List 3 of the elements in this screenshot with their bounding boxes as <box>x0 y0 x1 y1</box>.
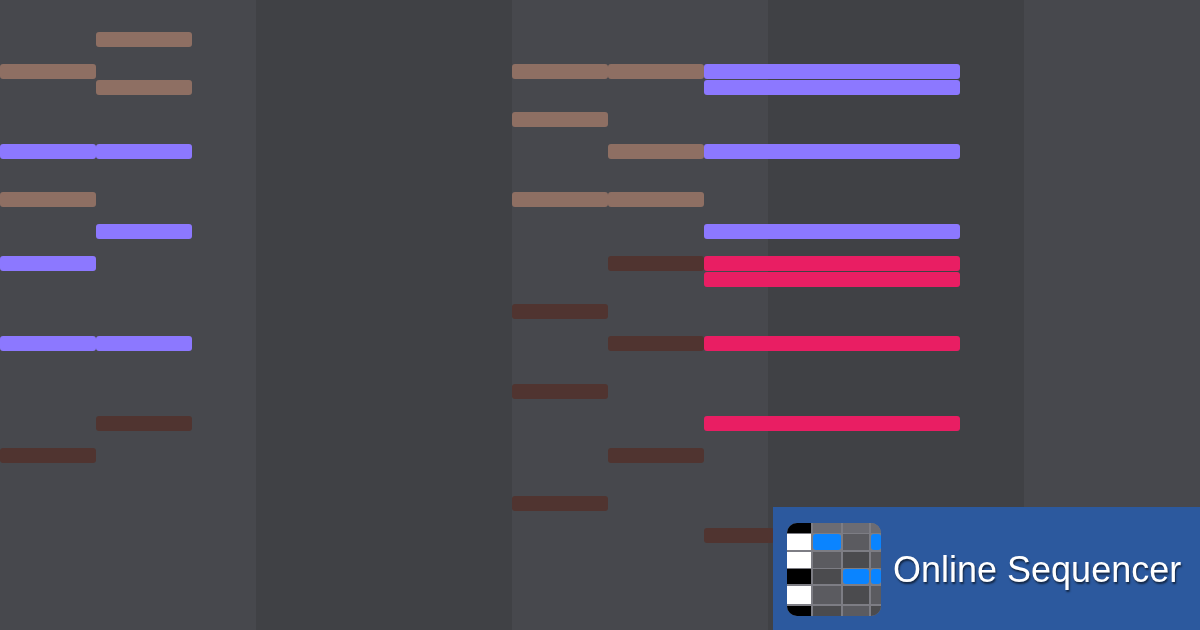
sequencer-grid-logo-icon <box>787 522 881 616</box>
logo-text: Online Sequencer <box>893 551 1182 588</box>
note-block <box>704 528 774 543</box>
